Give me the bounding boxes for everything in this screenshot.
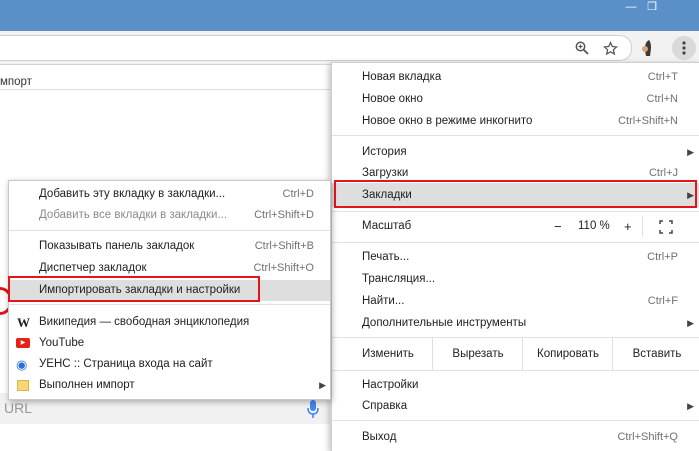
chevron-right-icon: ▶ [687, 318, 694, 328]
menu-item-cast[interactable]: Трансляция... [332, 269, 699, 290]
chevron-right-icon: ▶ [319, 380, 326, 390]
menu-separator [332, 242, 699, 243]
import-highlight [8, 276, 260, 302]
menu-item-find[interactable]: Найти... Ctrl+F [332, 291, 699, 312]
toolbar [0, 31, 699, 65]
fullscreen-icon[interactable] [658, 219, 674, 235]
menu-separator [332, 211, 699, 212]
menu-item-incognito[interactable]: Новое окно в режиме инкогнито Ctrl+Shift+… [332, 111, 699, 132]
youtube-icon: ▶ [16, 338, 30, 348]
minimize-button[interactable]: — [622, 0, 640, 16]
submenu-item-bookmark-tab[interactable]: Добавить эту вкладку в закладки... Ctrl+D [9, 184, 330, 205]
menu-item-history[interactable]: История ▶ [332, 142, 699, 163]
menu-item-exit[interactable]: Выход Ctrl+Shift+Q [332, 427, 699, 448]
zoom-icon[interactable] [572, 38, 592, 58]
bookmark-item-uens[interactable]: ◉ УЕНС :: Страница входа на сайт [9, 354, 330, 375]
wikipedia-icon: W [17, 315, 30, 330]
address-bar[interactable] [0, 35, 632, 61]
menu-zoom-row: Масштаб − 110 % + [332, 216, 699, 237]
zoom-out-button[interactable]: − [554, 216, 562, 237]
submenu-item-show-bookmarks-bar[interactable]: Показывать панель закладок Ctrl+Shift+B [9, 236, 330, 257]
menu-separator [332, 135, 699, 136]
menu-item-settings[interactable]: Настройки [332, 375, 699, 396]
extension-icon[interactable] [638, 38, 658, 58]
submenu-item-bookmark-all-tabs[interactable]: Добавить все вкладки в закладки... Ctrl+S… [9, 205, 330, 226]
cut-button[interactable]: Вырезать [432, 338, 523, 370]
submenu-separator [9, 230, 330, 231]
folder-icon [17, 380, 29, 391]
star-icon[interactable] [600, 38, 620, 58]
menu-separator [332, 420, 699, 421]
menu-item-print[interactable]: Печать... Ctrl+P [332, 247, 699, 268]
bookmark-item-youtube[interactable]: ▶ YouTube [9, 333, 330, 354]
menu-item-help[interactable]: Справка ▶ [332, 396, 699, 417]
chrome-menu: Новая вкладка Ctrl+T Новое окно Ctrl+N Нов… [331, 62, 699, 451]
search-placeholder: URL [4, 400, 33, 416]
edit-label: Изменить [362, 348, 414, 360]
zoom-label: Масштаб [362, 220, 412, 232]
bookmarks-highlight [334, 180, 697, 208]
chevron-right-icon: ▶ [687, 401, 694, 411]
copy-button[interactable]: Копировать [522, 338, 613, 370]
menu-item-new-tab[interactable]: Новая вкладка Ctrl+T [332, 67, 699, 88]
zoom-value: 110 % [578, 220, 610, 232]
uens-globe-icon: ◉ [16, 357, 28, 372]
paste-button[interactable]: Вставить [612, 338, 699, 370]
divider [0, 89, 330, 90]
microphone-icon[interactable] [305, 399, 321, 419]
title-bar: — ❐ [0, 0, 699, 31]
zoom-divider [642, 216, 643, 237]
menu-separator [332, 370, 699, 371]
submenu-separator [9, 304, 330, 305]
menu-item-new-window[interactable]: Новое окно Ctrl+N [332, 89, 699, 110]
zoom-in-button[interactable]: + [624, 216, 632, 237]
chevron-right-icon: ▶ [687, 147, 694, 157]
menu-dots-icon[interactable] [672, 36, 696, 60]
menu-item-more-tools[interactable]: Дополнительные инструменты ▶ [332, 313, 699, 334]
menu-edit-row: Изменить Вырезать Копировать Вставить [332, 338, 699, 370]
page-text: мпорт [0, 76, 32, 88]
bookmark-folder-imported[interactable]: Выполнен импорт ▶ [9, 375, 330, 396]
maximize-button[interactable]: ❐ [643, 0, 661, 16]
bookmark-item-wikipedia[interactable]: W Википедия — свободная энциклопедия [9, 312, 330, 333]
